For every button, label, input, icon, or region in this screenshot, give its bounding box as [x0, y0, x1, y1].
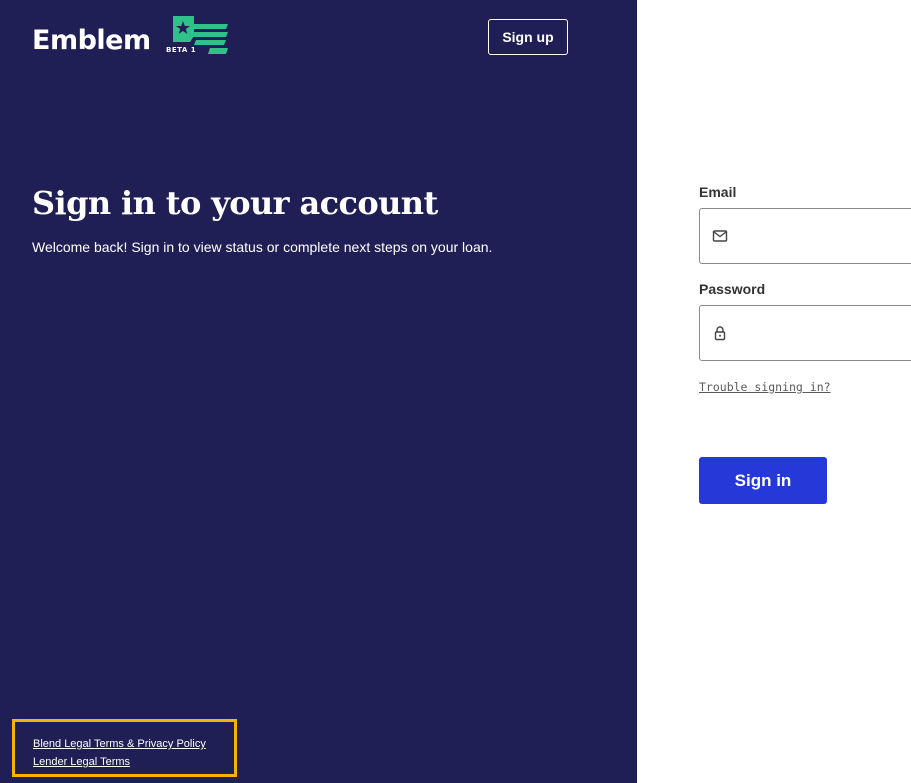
email-label: Email — [699, 184, 737, 200]
logo-wordmark: Emblem — [32, 25, 151, 56]
sign-in-page: Emblem BETA 1 Sign up Sign in to your ac… — [0, 0, 911, 783]
email-field[interactable] — [699, 208, 911, 264]
lock-icon — [714, 326, 726, 341]
blend-legal-terms-link[interactable]: Blend Legal Terms & Privacy Policy — [33, 738, 206, 750]
password-field[interactable] — [699, 305, 911, 361]
emblem-logo[interactable]: Emblem BETA 1 — [32, 16, 232, 60]
sign-in-button[interactable]: Sign in — [699, 457, 827, 504]
beta-badge: BETA 1 — [166, 46, 197, 54]
sign-in-form-panel: Email Password Trouble signing in? Sign … — [637, 0, 911, 783]
email-input[interactable] — [736, 209, 911, 263]
legal-links-box: Blend Legal Terms & Privacy Policy Lende… — [12, 719, 237, 777]
trouble-signing-in-link[interactable]: Trouble signing in? — [699, 380, 831, 394]
password-input[interactable] — [736, 306, 911, 360]
brand-panel: Emblem BETA 1 Sign up Sign in to your ac… — [0, 0, 637, 783]
mail-icon — [712, 230, 728, 242]
password-label: Password — [699, 281, 766, 297]
lender-legal-terms-link[interactable]: Lender Legal Terms — [33, 756, 130, 768]
page-title: Sign in to your account — [32, 184, 438, 222]
page-subtitle: Welcome back! Sign in to view status or … — [32, 239, 493, 255]
sign-up-button[interactable]: Sign up — [488, 19, 568, 55]
